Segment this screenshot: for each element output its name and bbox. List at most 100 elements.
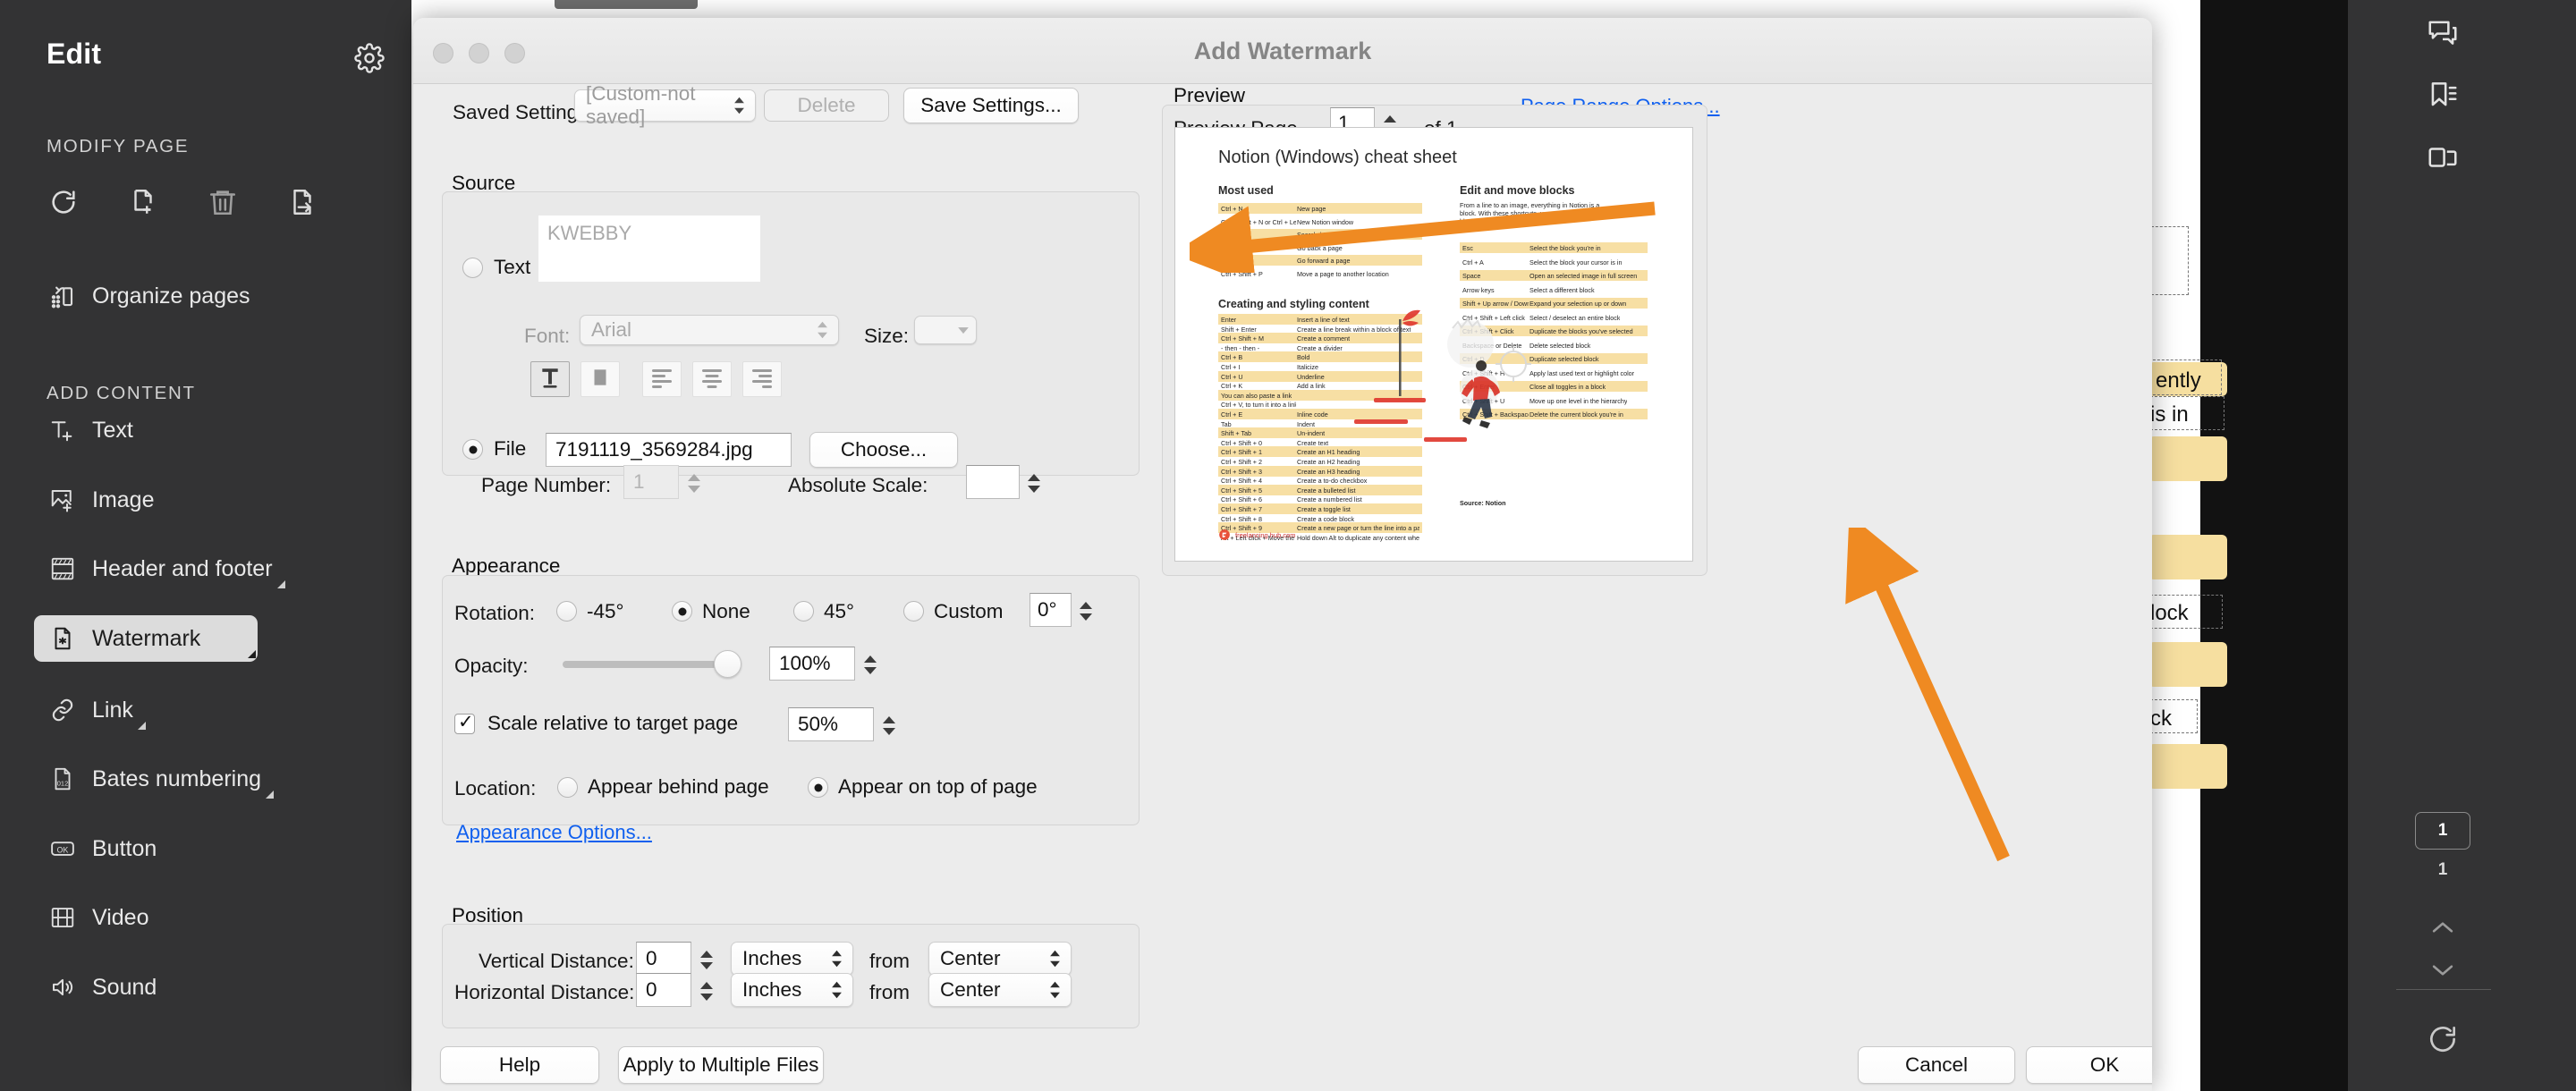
preview-row-desc: New page [1297,205,1326,213]
watermark-text-input[interactable]: KWEBBY [538,216,760,282]
opacity-input[interactable]: 100% [769,647,855,681]
horizontal-distance-input[interactable]: 0 [636,973,691,1007]
rotation-none-label: None [702,600,750,622]
align-left-button[interactable] [642,361,682,397]
appear-on-top-radio[interactable] [808,777,828,798]
stepper-down-icon [1028,485,1040,493]
scale-relative-checkbox[interactable] [454,711,475,734]
text-source-label: Text [494,256,531,278]
cancel-button[interactable]: Cancel [1858,1046,2015,1084]
preview-table-row: Esc Select the block you're in [1460,242,1648,253]
opacity-stepper[interactable] [860,647,881,682]
align-right-button[interactable] [742,361,782,397]
page-number-stepper[interactable] [683,465,705,501]
file-path-input[interactable]: 7191119_3569284.jpg [546,433,792,467]
stepper-down-icon [864,666,877,674]
sidebar-item-watermark[interactable]: Watermark [34,615,258,662]
bg-highlight [2148,744,2227,789]
chevron-up-down-icon [733,97,745,114]
help-button[interactable]: Help [440,1046,599,1084]
appear-behind-radio[interactable] [557,777,578,798]
horizontal-distance-stepper[interactable] [696,973,717,1009]
text-color-button[interactable] [530,361,570,397]
saved-settings-label: Saved Settings: [453,101,594,123]
horizontal-unit-select[interactable]: Inches [731,973,853,1007]
preview-row-key: Ctrl + Shift + N or Ctrl + Left click [1221,217,1296,226]
rotation-stepper[interactable] [1075,593,1097,629]
add-watermark-dialog: Add Watermark Saved Settings: [Custom-no… [413,18,2152,1091]
rotation-minus45-radio[interactable] [556,601,577,622]
sidebar-item-organize-pages[interactable]: Organize pages [34,273,265,319]
page-number-input[interactable]: 1 [623,465,679,499]
absolute-scale-stepper[interactable] [1023,465,1045,501]
delete-page-icon[interactable] [204,183,242,221]
sidebar-item-button[interactable]: OK Button [34,825,171,872]
rotate-view-icon[interactable] [2423,1019,2462,1059]
opacity-slider-knob[interactable] [714,650,741,678]
absolute-scale-input[interactable] [966,465,1020,499]
vertical-unit-select[interactable]: Inches [731,942,853,976]
sidebar-item-sound[interactable]: Sound [34,964,171,1011]
watermark-text-value: KWEBBY [547,222,632,244]
choose-file-button[interactable]: Choose... [809,432,958,468]
apply-multiple-files-button[interactable]: Apply to Multiple Files [618,1046,824,1084]
page-thumbnails-icon[interactable] [2423,138,2462,177]
preview-table-row: Ctrl + Shift + N or Ctrl + Left clickNew… [1218,216,1422,227]
rotation-45-radio[interactable] [793,601,814,622]
size-select[interactable] [914,316,977,344]
extract-page-icon[interactable] [284,183,321,221]
chevron-up-down-icon [831,981,843,999]
current-page-indicator[interactable]: 1 [2415,812,2470,850]
delete-settings-button[interactable]: Delete [764,89,889,122]
chevron-up-icon[interactable] [2423,908,2462,947]
scale-relative-input[interactable]: 50% [788,707,874,741]
rotation-none-radio[interactable] [672,601,692,622]
align-center-button[interactable] [692,361,732,397]
preview-table-row: Ctrl + Shift + P Move a page to another l… [1218,268,1422,279]
vertical-distance-value: 0 [646,947,657,969]
rotation-custom-radio[interactable] [903,601,924,622]
sidebar-item-text[interactable]: Text [34,407,148,453]
save-settings-button[interactable]: Save Settings... [903,88,1079,123]
preview-row-key: Ctrl + P [1221,231,1243,239]
brand-logo-icon [1219,529,1230,540]
rotation-custom-input[interactable]: 0° [1030,593,1072,627]
comments-icon[interactable] [2423,13,2462,52]
rotate-page-icon[interactable] [45,183,82,221]
preview-row-desc: Apply last used text or highlight color [1530,368,1635,377]
preview-row-desc: Select the block your cursor is in [1530,258,1623,266]
bookmarks-icon[interactable] [2423,75,2462,114]
gear-icon[interactable] [354,43,385,73]
crop-page-icon[interactable] [124,183,162,221]
vertical-distance-stepper[interactable] [696,942,717,977]
font-select[interactable]: Arial [580,315,839,345]
ok-button[interactable]: OK [2026,1046,2152,1084]
preview-canvas[interactable]: Notion (Windows) cheat sheet Most used E… [1174,127,1693,562]
sidebar-item-bates-numbering[interactable]: 012 Bates numbering [34,756,275,802]
sidebar-item-video[interactable]: Video [34,894,164,941]
sidebar-item-link[interactable]: Link [34,687,148,733]
horizontal-from-select[interactable]: Center [928,973,1072,1007]
svg-text:012: 012 [57,780,69,788]
organize-pages-icon [48,282,77,310]
rotation-label: Rotation: [454,602,536,624]
text-color-icon [538,366,562,393]
sidebar-item-header-and-footer[interactable]: Header and footer [34,546,287,592]
video-icon [48,903,77,932]
vertical-from-select[interactable]: Center [928,942,1072,976]
sidebar-item-label: Text [92,417,133,443]
appearance-options-link[interactable]: Appearance Options... [456,821,652,844]
chevron-down-icon[interactable] [2423,951,2462,990]
edit-sidebar: Edit MODIFY PAGE Organize pages ADD CONT… [0,0,411,1091]
text-source-radio[interactable] [462,258,483,278]
preview-row-key: Ctrl + [ [1221,243,1241,252]
opacity-slider-track[interactable] [563,661,716,668]
fill-color-button[interactable] [580,361,620,397]
sidebar-item-image[interactable]: Image [34,477,168,523]
stepper-up-icon [688,473,700,481]
file-source-label: File [494,437,527,460]
saved-settings-select[interactable]: [Custom-not saved] [574,82,756,128]
file-source-radio[interactable] [462,439,483,460]
vertical-distance-input[interactable]: 0 [636,942,691,976]
scale-relative-stepper[interactable] [878,707,900,743]
